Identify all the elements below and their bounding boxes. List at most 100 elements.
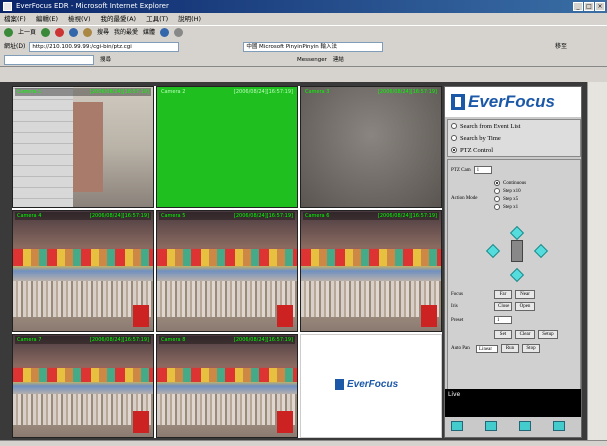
logo-text: EverFocus xyxy=(468,92,555,111)
auto-pan-stop-button[interactable]: Stop xyxy=(522,344,540,353)
url-field[interactable]: http://210.100.99.99:/cgi-bin/ptz.cgi xyxy=(29,41,180,52)
search-label[interactable]: 搜尋 xyxy=(97,26,109,40)
camera-time: [2006/08/24][16:57:19] xyxy=(89,337,149,343)
camera-tile-7[interactable]: Camera 7 [2006/08/24][16:57:19] xyxy=(12,334,154,438)
arrow-up-icon[interactable] xyxy=(509,225,525,241)
mode-step10: Step x10 xyxy=(503,188,521,194)
mode-options: Search from Event List Search by Time PT… xyxy=(447,119,581,157)
focus-far-button[interactable]: Far xyxy=(494,290,512,299)
menu-bar: 檔案(F) 編輯(E) 檢視(V) 我的最愛(A) 工具(T) 說明(H) xyxy=(0,13,607,25)
mail-icon[interactable] xyxy=(174,28,184,37)
stop-icon[interactable] xyxy=(55,28,65,37)
ime-status: 中國 Microsoft PinyinPinyin 輸入法 xyxy=(243,41,384,52)
live-status: Live xyxy=(445,389,581,417)
ptz-cam-label: PTZ Cam xyxy=(451,167,471,173)
camera-label: Camera 2 xyxy=(161,89,186,95)
radio-icon[interactable] xyxy=(451,123,457,129)
links-links[interactable]: 連結 xyxy=(333,54,344,67)
iris-label: Iris xyxy=(451,304,458,309)
close-button[interactable]: × xyxy=(595,2,605,11)
radio-icon[interactable] xyxy=(494,180,500,186)
history-icon[interactable] xyxy=(160,28,170,37)
watermark-text: EverFocus xyxy=(347,379,399,390)
camera-time: [2006/08/24][16:57:19] xyxy=(377,213,437,219)
links-search[interactable]: 搜尋 xyxy=(100,54,111,67)
go-button[interactable]: 移至 xyxy=(555,40,567,53)
preset-label: Preset xyxy=(451,317,464,323)
camera-tile-6[interactable]: Camera 6 [2006/08/24][16:57:19] xyxy=(300,210,442,332)
menu-help[interactable]: 說明(H) xyxy=(178,13,201,25)
home-icon[interactable] xyxy=(83,28,93,37)
camera-label: Camera 5 xyxy=(161,213,186,219)
status-bar xyxy=(0,440,607,446)
menu-view[interactable]: 檢視(V) xyxy=(68,13,91,25)
arrow-right-icon[interactable] xyxy=(533,243,549,259)
camera-tile-1[interactable]: Camera 1 [2006/08/24][16:57:19] xyxy=(12,86,154,208)
camera-grid: Camera 1 [2006/08/24][16:57:19] Camera 2 [… xyxy=(12,86,442,438)
preset-select[interactable]: 1 xyxy=(494,316,512,324)
media-label[interactable]: 媒體 xyxy=(143,26,155,40)
option-label: Search from Event List xyxy=(460,122,521,130)
camera-time: [2006/08/24][16:57:19] xyxy=(89,213,149,219)
vertical-scrollbar[interactable] xyxy=(587,82,607,440)
camera-tile-2[interactable]: Camera 2 [2006/08/24][16:57:19] xyxy=(156,86,298,208)
camera-tile-5[interactable]: Camera 5 [2006/08/24][16:57:19] xyxy=(156,210,298,332)
links-bar: 搜尋 Messenger 連結 xyxy=(0,54,607,67)
menu-tools[interactable]: 工具(T) xyxy=(146,13,168,25)
camera-label: Camera 8 xyxy=(161,337,186,343)
option-label: PTZ Control xyxy=(460,146,494,154)
joystick[interactable] xyxy=(511,240,523,262)
option-by-time[interactable]: Search by Time xyxy=(448,132,580,144)
radio-icon[interactable] xyxy=(494,196,500,202)
camera-tile-4[interactable]: Camera 4 [2006/08/24][16:57:19] xyxy=(12,210,154,332)
auto-pan-select[interactable]: Linear xyxy=(476,344,498,353)
menu-edit[interactable]: 編輯(E) xyxy=(36,13,58,25)
preset-set-button[interactable]: Set xyxy=(494,330,512,339)
focus-near-button[interactable]: Near xyxy=(515,290,535,299)
auto-pan-run-button[interactable]: Run xyxy=(501,344,519,353)
layout-3-button[interactable] xyxy=(519,421,531,431)
forward-icon[interactable] xyxy=(41,28,51,37)
auto-pan-label: Auto Pan xyxy=(451,346,470,351)
menu-file[interactable]: 檔案(F) xyxy=(4,13,26,25)
ptz-cam-select[interactable]: 1 xyxy=(473,166,492,174)
links-messenger[interactable]: Messenger xyxy=(297,54,327,67)
radio-icon[interactable] xyxy=(451,147,457,153)
minimize-button[interactable]: _ xyxy=(573,2,583,11)
address-bar: 網址(D) http://210.100.99.99:/cgi-bin/ptz.… xyxy=(0,40,607,53)
arrow-down-icon[interactable] xyxy=(509,267,525,283)
arrow-left-icon[interactable] xyxy=(485,243,501,259)
maximize-button[interactable]: □ xyxy=(584,2,594,11)
radio-icon[interactable] xyxy=(494,188,500,194)
camera-label: Camera 7 xyxy=(17,337,42,343)
layout-2-button[interactable] xyxy=(485,421,497,431)
camera-time: [2006/08/24][16:57:19] xyxy=(233,89,293,95)
radio-icon[interactable] xyxy=(494,204,500,210)
radio-icon[interactable] xyxy=(451,135,457,141)
preset-clear-button[interactable]: Clear xyxy=(515,330,535,339)
camera-tile-3[interactable]: Camera 3 [2006/08/24][16:57:19] xyxy=(300,86,442,208)
empty-tile: EverFocus xyxy=(300,334,442,438)
search-input[interactable] xyxy=(4,55,94,65)
option-event-list[interactable]: Search from Event List xyxy=(448,120,580,132)
mode-step5: Step x5 xyxy=(503,196,519,202)
layout-1-button[interactable] xyxy=(451,421,463,431)
camera-time: [2006/08/24][16:57:19] xyxy=(377,89,437,95)
back-icon[interactable] xyxy=(4,28,13,37)
layout-4-button[interactable] xyxy=(553,421,565,431)
mode-step1: Step x1 xyxy=(503,204,519,210)
camera-time: [2006/08/24][16:57:19] xyxy=(233,337,293,343)
iris-open-button[interactable]: Open xyxy=(515,302,535,311)
ie-icon xyxy=(3,2,12,11)
back-label[interactable]: 上一頁 xyxy=(18,26,36,40)
preset-setup-button[interactable]: Setup xyxy=(538,330,558,339)
browser-window: EverFocus EDR - Microsoft Internet Explo… xyxy=(0,0,607,446)
iris-close-button[interactable]: Close xyxy=(494,302,512,311)
refresh-icon[interactable] xyxy=(69,28,79,37)
favorites-label[interactable]: 我的最愛 xyxy=(114,26,138,40)
camera-tile-8[interactable]: Camera 8 [2006/08/24][16:57:19] xyxy=(156,334,298,438)
option-ptz[interactable]: PTZ Control xyxy=(448,144,580,156)
address-label: 網址(D) xyxy=(4,43,26,50)
toolbar: 上一頁 搜尋 我的最愛 媒體 xyxy=(0,25,607,39)
menu-favorites[interactable]: 我的最愛(A) xyxy=(101,13,137,25)
